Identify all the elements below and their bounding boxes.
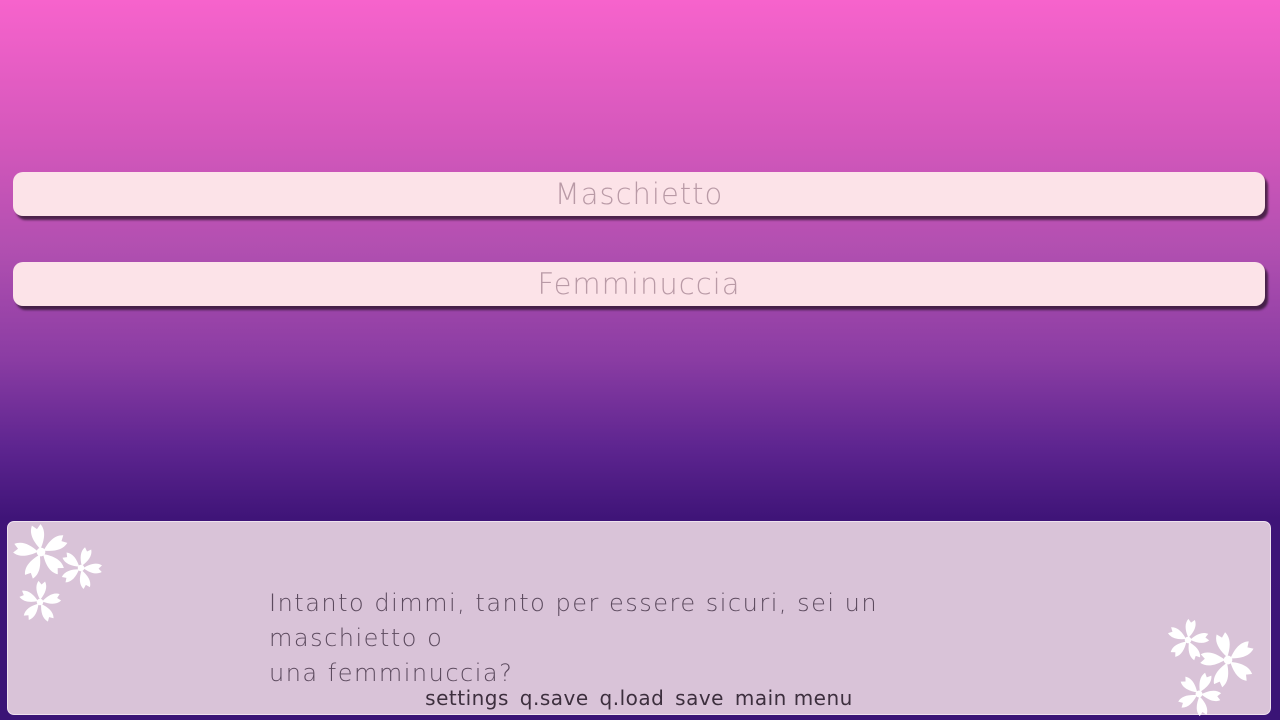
quick-load-button[interactable]: q.load (600, 686, 665, 710)
dialogue-line-1: Intanto dimmi, tanto per essere sicuri, … (269, 589, 879, 652)
quick-menu: settings q.save q.load save main menu (8, 686, 1270, 710)
main-menu-button[interactable]: main menu (735, 686, 853, 710)
save-button[interactable]: save (675, 686, 724, 710)
sakura-flower-icon (11, 522, 111, 627)
quick-save-button[interactable]: q.save (520, 686, 589, 710)
settings-button[interactable]: settings (425, 686, 509, 710)
dialogue-box: Intanto dimmi, tanto per essere sicuri, … (7, 521, 1271, 716)
dialogue-text: Intanto dimmi, tanto per essere sicuri, … (269, 586, 1029, 691)
choice-button-maschietto[interactable]: Maschietto (13, 172, 1265, 216)
choice-button-femminuccia[interactable]: Femminuccia (13, 262, 1265, 306)
